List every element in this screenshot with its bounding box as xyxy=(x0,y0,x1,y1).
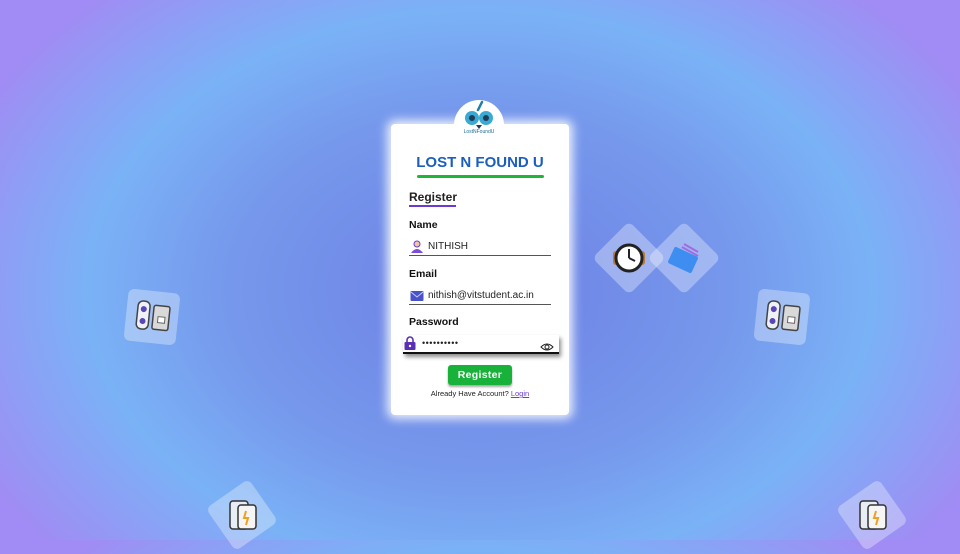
name-field[interactable]: NITHISH xyxy=(409,239,551,256)
title-underline xyxy=(417,175,544,178)
password-input-value[interactable]: •••••••••• xyxy=(422,338,459,348)
account-prompt-text: Already Have Account? xyxy=(430,389,509,398)
user-icon xyxy=(410,240,424,258)
binoculars-icon xyxy=(465,100,493,129)
heading-underline xyxy=(409,205,456,207)
form-heading: Register xyxy=(409,190,458,204)
smartphone-icon xyxy=(205,478,279,552)
page-title: LOST N FOUND U xyxy=(416,154,544,171)
register-button[interactable]: Register xyxy=(448,365,512,385)
password-field[interactable]: •••••••••• xyxy=(403,335,559,354)
lock-icon xyxy=(404,336,416,355)
password-label: Password xyxy=(409,316,459,328)
email-label: Email xyxy=(409,268,438,280)
usb-drive-icon xyxy=(753,288,811,346)
eye-icon[interactable] xyxy=(540,339,554,357)
name-label: Name xyxy=(409,219,438,231)
name-input-value[interactable]: NITHISH xyxy=(428,241,468,252)
app-logo: LostNFoundU xyxy=(454,100,504,150)
email-field[interactable]: nithish@vitstudent.ac.in xyxy=(409,288,551,305)
wallet-icon xyxy=(647,221,721,295)
smartphone-icon xyxy=(835,478,909,552)
logo-caption: LostNFoundU xyxy=(463,129,495,135)
usb-drive-icon xyxy=(123,288,181,346)
mail-icon xyxy=(410,289,424,307)
login-prompt: Already Have Account? Login xyxy=(391,389,569,398)
login-link[interactable]: Login xyxy=(511,389,529,398)
email-input-value[interactable]: nithish@vitstudent.ac.in xyxy=(428,290,534,301)
